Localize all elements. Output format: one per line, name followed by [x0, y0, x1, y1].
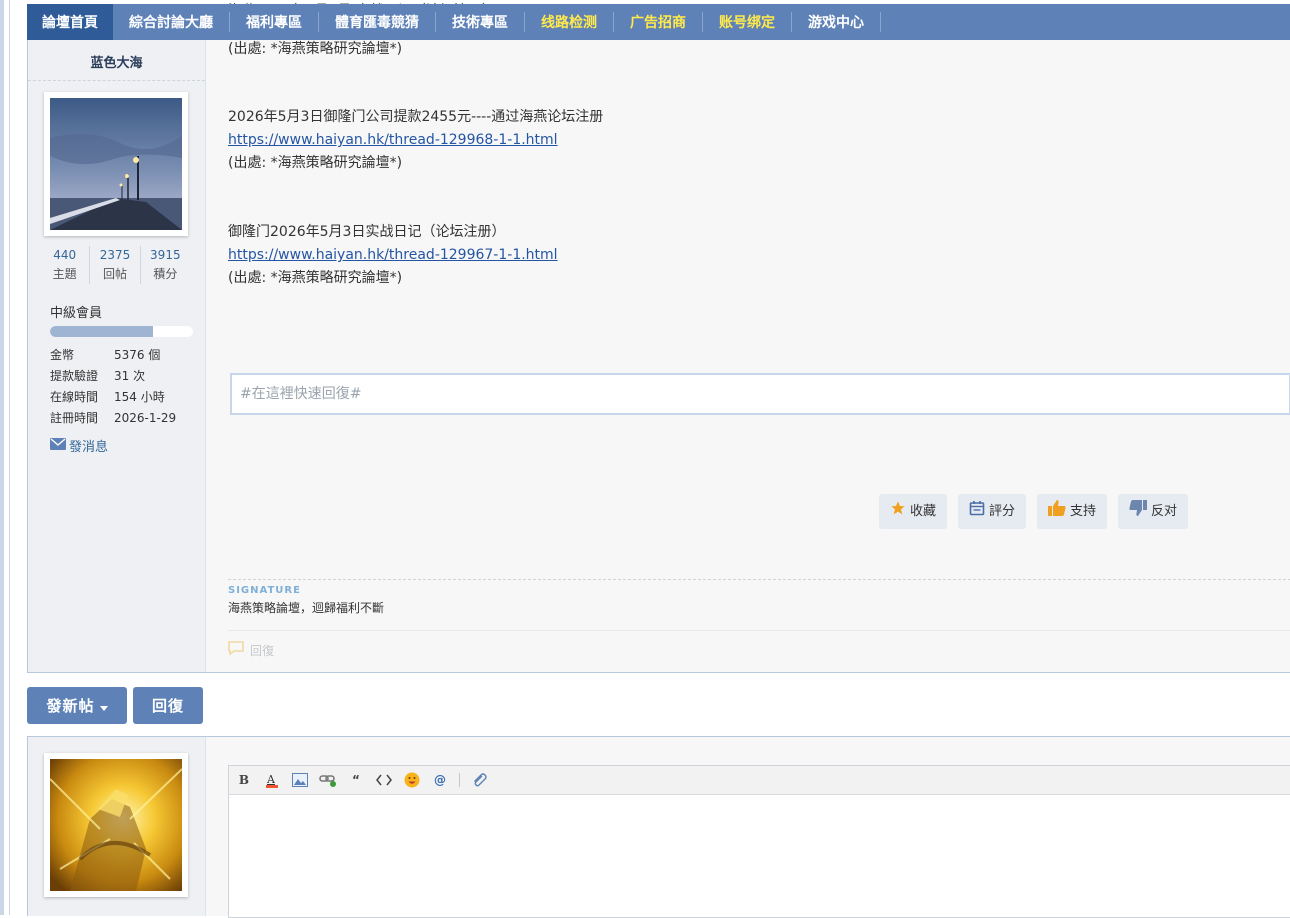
signature-text: 海燕策略論壇，迴歸福利不斷	[228, 601, 385, 615]
reply-editor-panel: B A “ @	[27, 736, 1290, 918]
avatar-image	[50, 98, 182, 230]
info-key: 註冊時間	[50, 411, 99, 425]
user-info: 金幣 5376 個 提款驗證 31 次 在線時間 154 小時 註冊時間 202…	[50, 345, 176, 429]
info-value: 154 小時	[114, 390, 165, 404]
entry: 2026年5月3日御隆门公司提款2455元----通过海燕论坛注册 https:…	[228, 106, 603, 175]
nav-tech[interactable]: 技術專區	[436, 4, 524, 40]
action-label: 反对	[1151, 504, 1178, 519]
entry-link[interactable]: https://www.haiyan.hk/thread-129967-1-1.…	[228, 247, 558, 263]
page-left-border	[0, 0, 4, 915]
rank-progress-bar	[50, 326, 193, 337]
thumbs-up-icon	[1048, 499, 1066, 524]
info-row: 金幣 5376 個	[50, 345, 176, 366]
nav-welfare[interactable]: 福利專區	[230, 4, 318, 40]
link-icon[interactable]	[319, 771, 337, 789]
entry: 御隆门2026年5月3日实战日记（论坛注册） https://www.haiya…	[228, 221, 558, 290]
user-rank: 中級會員	[50, 306, 103, 321]
action-label: 評分	[989, 504, 1016, 519]
divider	[28, 80, 205, 81]
reply-link[interactable]: 回復	[228, 640, 274, 663]
rank-progress-fill	[50, 326, 153, 337]
avatar[interactable]	[44, 753, 188, 897]
entry-title: 御隆门2026年5月3日实战日记（论坛注册）	[228, 224, 506, 240]
envelope-icon	[50, 437, 66, 454]
post-actions: 收藏 評分 支持 反对	[879, 494, 1189, 529]
stat-points[interactable]: 3915 積分	[141, 246, 190, 284]
quick-reply-input[interactable]: #在這裡快速回復#	[230, 373, 1290, 415]
bold-icon[interactable]: B	[235, 771, 253, 789]
send-message-link[interactable]: 發消息	[50, 436, 108, 455]
author-name[interactable]: 蓝色大海	[28, 52, 205, 71]
divider	[228, 630, 1290, 631]
page-left-border-inner	[9, 0, 10, 915]
nav-account-binding[interactable]: 账号绑定	[703, 4, 791, 40]
nav-separator	[880, 12, 881, 32]
calendar-icon	[969, 500, 985, 524]
stat-threads[interactable]: 440 主題	[40, 246, 91, 284]
editor-toolbar: B A “ @	[229, 766, 1290, 795]
attachment-icon[interactable]	[470, 771, 488, 789]
nav-game-center[interactable]: 游戏中心	[792, 4, 880, 40]
post-content: (出處: *海燕策略研究論壇*) 2026年5月3日御隆门公司提款2455元--…	[228, 40, 1290, 672]
avatar-image	[50, 759, 182, 891]
author-panel: 蓝色大海 440 主題 2375 回帖 3915 積分 中級會員 金幣 5376…	[28, 40, 206, 672]
nav-home[interactable]: 論壇首頁	[27, 4, 113, 40]
send-message-label: 發消息	[69, 440, 109, 455]
stat-value: 2375	[99, 248, 131, 262]
font-color-icon[interactable]: A	[263, 771, 281, 789]
info-key: 提款驗證	[50, 369, 99, 383]
code-icon[interactable]	[375, 771, 393, 789]
support-button[interactable]: 支持	[1037, 494, 1108, 529]
signature-divider	[228, 579, 1290, 580]
rate-button[interactable]: 評分	[958, 494, 1027, 529]
action-label: 支持	[1070, 504, 1097, 519]
info-key: 在線時間	[50, 390, 99, 404]
new-post-label: 發新帖	[46, 697, 95, 715]
stat-value: 440	[53, 248, 77, 262]
entry-link[interactable]: https://www.haiyan.hk/thread-129968-1-1.…	[228, 132, 558, 148]
image-icon[interactable]	[291, 771, 309, 789]
info-row: 在線時間 154 小時	[50, 387, 176, 408]
reply-button[interactable]: 回復	[133, 687, 203, 724]
info-row: 註冊時間 2026-1-29	[50, 408, 176, 429]
quote-icon[interactable]: “	[347, 771, 365, 789]
forum-post: 蓝色大海 440 主題 2375 回帖 3915 積分 中級會員 金幣 5376…	[27, 40, 1290, 673]
stat-label: 主題	[52, 267, 77, 281]
entry-source: (出處: *海燕策略研究論壇*)	[228, 41, 403, 57]
nav-line-check[interactable]: 线路检测	[525, 4, 613, 40]
stat-value: 3915	[150, 248, 181, 262]
new-post-button[interactable]: 發新帖	[27, 687, 127, 724]
info-row: 提款驗證 31 次	[50, 366, 176, 387]
action-label: 收藏	[910, 504, 937, 519]
reply-editor: B A “ @	[228, 765, 1290, 918]
svg-text:A: A	[266, 773, 276, 786]
reply-label: 回復	[250, 644, 275, 658]
entry-source: (出處: *海燕策略研究論壇*)	[228, 155, 403, 171]
toolbar-separator	[459, 773, 460, 787]
info-value: 2026-1-29	[114, 411, 177, 425]
nav-general-discussion[interactable]: 綜合討論大廳	[113, 4, 229, 40]
stat-label: 回帖	[102, 267, 127, 281]
main-nav: 論壇首頁 綜合討論大廳 福利專區 體育匯毒競猜 技術專區 线路检测 广告招商 账…	[27, 4, 1290, 40]
user-stats: 440 主題 2375 回帖 3915 積分	[40, 246, 190, 284]
info-value: 5376 個	[114, 348, 161, 362]
current-user-panel	[28, 737, 206, 916]
thumbs-down-icon	[1129, 499, 1148, 524]
oppose-button[interactable]: 反对	[1118, 494, 1189, 529]
nav-sports[interactable]: 體育匯毒競猜	[319, 4, 435, 40]
avatar[interactable]	[44, 92, 188, 236]
mention-icon[interactable]: @	[431, 771, 449, 789]
info-key: 金幣	[50, 348, 75, 362]
info-value: 31 次	[114, 369, 146, 383]
smiley-icon[interactable]	[403, 771, 421, 789]
nav-ads[interactable]: 广告招商	[614, 4, 702, 40]
stat-replies[interactable]: 2375 回帖	[90, 246, 141, 284]
entry-source: (出處: *海燕策略研究論壇*)	[228, 270, 403, 286]
stat-label: 積分	[153, 267, 178, 281]
favorite-button[interactable]: 收藏	[879, 494, 948, 529]
caret-down-icon	[99, 697, 108, 715]
entry-title: 2026年5月3日御隆门公司提款2455元----通过海燕论坛注册	[228, 109, 604, 125]
comment-icon	[228, 640, 244, 663]
star-icon	[890, 500, 906, 524]
